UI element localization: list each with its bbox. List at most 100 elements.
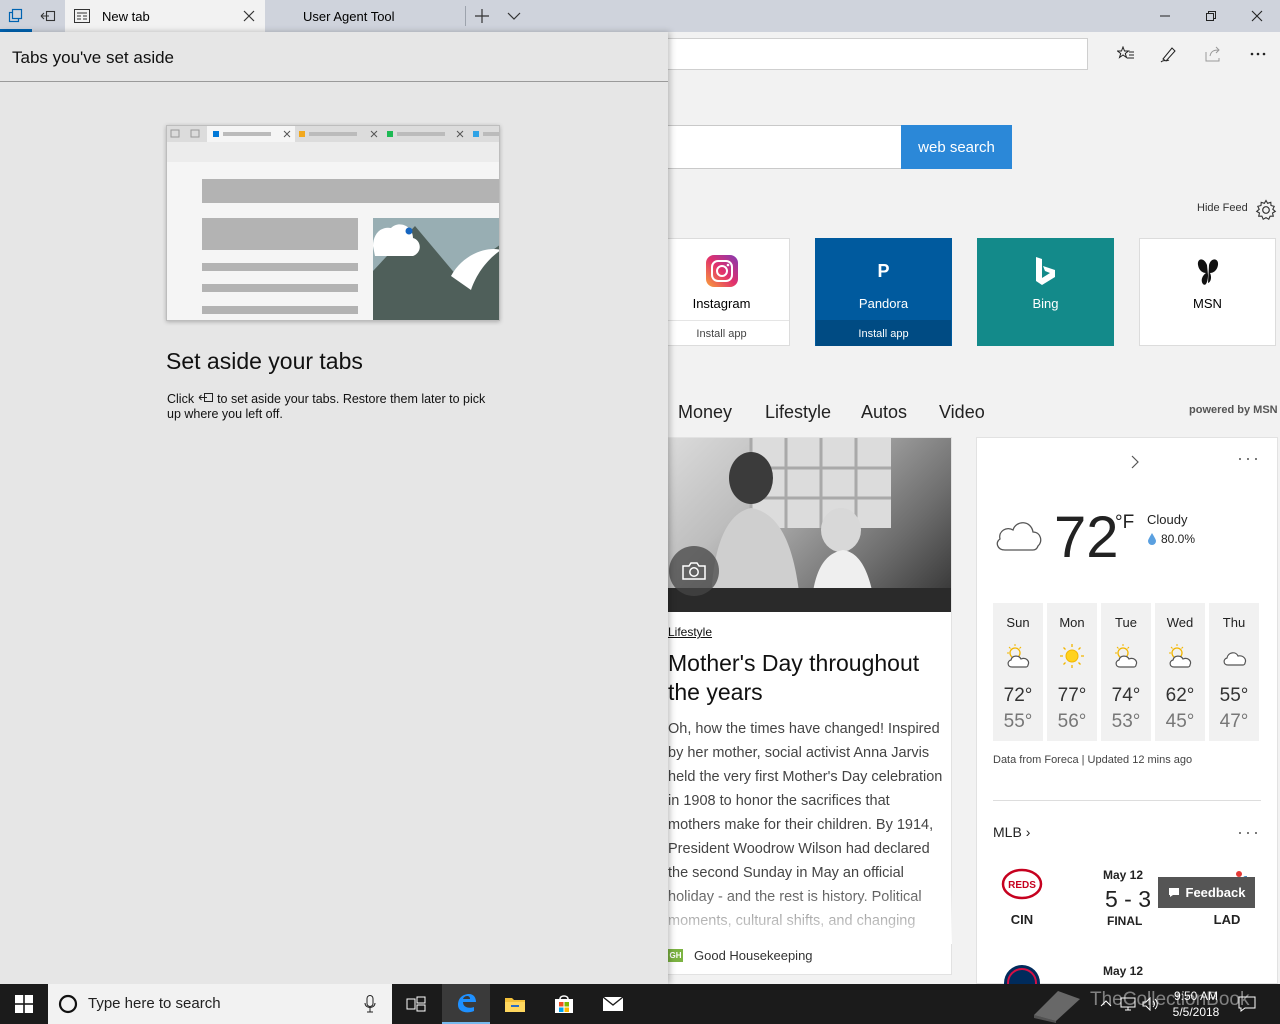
game-status: FINAL	[1107, 914, 1143, 928]
forecast-low: 47°	[1219, 711, 1249, 732]
set-aside-description: Click to set aside your tabs. Restore th…	[167, 392, 497, 422]
install-app-link[interactable]: Install app	[816, 320, 951, 346]
tab-preview-chevron-icon[interactable]	[498, 0, 530, 32]
forecast-day[interactable]: Tue 74° 53°	[1101, 603, 1151, 741]
tile-instagram[interactable]: Instagram Install app	[653, 238, 790, 346]
forecast-high: 74°	[1111, 685, 1141, 706]
forecast-day[interactable]: Mon 77° 56°	[1047, 603, 1097, 741]
action-center-icon[interactable]	[1238, 996, 1256, 1012]
category-autos[interactable]: Autos	[861, 402, 907, 423]
forecast-day-name: Thu	[1222, 615, 1246, 630]
partly-sunny-icon	[1007, 644, 1030, 668]
folder-icon	[505, 998, 525, 1012]
forecast-high: 55°	[1219, 685, 1249, 706]
tab-new-tab[interactable]: New tab	[65, 0, 265, 32]
tile-bing[interactable]: Bing	[977, 238, 1114, 346]
partly-sunny-icon	[1169, 644, 1192, 668]
home-team: CIN	[1010, 912, 1034, 927]
web-search-button[interactable]: web search	[901, 125, 1012, 169]
article-category[interactable]: Lifestyle	[668, 625, 712, 639]
favorites-icon[interactable]	[1110, 38, 1142, 70]
forecast-high: 77°	[1057, 685, 1087, 706]
mlb-link[interactable]: MLB ›	[993, 824, 1030, 840]
forecast-day[interactable]: Wed 62° 45°	[1155, 603, 1205, 741]
set-aside-illustration	[166, 125, 500, 321]
game-date: May 12	[1103, 964, 1144, 978]
category-lifestyle[interactable]: Lifestyle	[765, 402, 831, 423]
tab-user-agent-tool[interactable]: User Agent Tool	[265, 0, 465, 32]
forecast-day[interactable]: Thu 55° 47°	[1209, 603, 1259, 741]
forecast-day[interactable]: Sun 72° 55°	[993, 603, 1043, 741]
hide-feed-link[interactable]: Hide Feed	[1197, 202, 1248, 214]
taskbar-mail[interactable]	[589, 984, 637, 1024]
close-tab-icon[interactable]	[241, 8, 257, 24]
forecast-high: 62°	[1165, 685, 1195, 706]
chevron-right-icon: ›	[1025, 824, 1031, 840]
article-title[interactable]: Mother's Day throughout the years	[668, 649, 948, 707]
set-aside-tabs-icon	[198, 393, 213, 402]
pandora-logo: P	[877, 260, 890, 281]
clock-time: 9:50 AM	[1173, 989, 1219, 1003]
pen-icon[interactable]	[1153, 38, 1185, 70]
taskbar-file-explorer[interactable]	[491, 984, 539, 1024]
clock[interactable]: 9:50 AM 5/5/2018	[1168, 988, 1224, 1020]
humidity-value: 80.0%	[1161, 532, 1196, 546]
set-aside-tabs-icon[interactable]	[32, 0, 64, 32]
forecast-day-name: Wed	[1166, 615, 1194, 630]
camera-icon[interactable]	[669, 546, 719, 596]
current-temperature: 72	[1054, 505, 1119, 570]
taskbar-search-box[interactable]: Type here to search	[48, 984, 392, 1024]
panel-header: Tabs you've set aside	[0, 32, 668, 82]
book-watermark-icon	[1034, 991, 1080, 1023]
feedback-icon	[1168, 888, 1179, 897]
start-button[interactable]	[0, 984, 48, 1024]
desc-text-after: to set aside your tabs. Restore them lat…	[167, 392, 486, 421]
forecast-low: 56°	[1057, 711, 1087, 732]
tabs-set-aside-panel: Tabs you've set aside Set aside your tab…	[0, 32, 668, 984]
new-tab-icon[interactable]	[466, 0, 498, 32]
feedback-button[interactable]: Feedback	[1158, 877, 1255, 908]
mail-icon	[602, 996, 624, 1011]
divider	[993, 800, 1261, 801]
share-icon[interactable]	[1197, 38, 1229, 70]
reds-logo[interactable]: REDS	[1001, 868, 1043, 900]
forecast-day-name: Mon	[1059, 615, 1085, 630]
tile-name: MSN	[1193, 296, 1222, 311]
minimize-icon[interactable]	[1142, 0, 1188, 32]
source-badge: GH	[668, 949, 683, 962]
gear-icon[interactable]	[1255, 199, 1277, 221]
feedback-label: Feedback	[1185, 885, 1246, 900]
tile-name: Bing	[1032, 296, 1059, 311]
forecast-low: 45°	[1165, 711, 1195, 732]
tile-msn[interactable]: MSN	[1139, 238, 1276, 346]
task-view-button[interactable]	[392, 984, 440, 1024]
more-icon[interactable]	[1242, 38, 1274, 70]
cloudy-icon	[1223, 652, 1247, 666]
tile-pandora[interactable]: P Pandora Install app	[815, 238, 952, 346]
store-icon	[555, 995, 573, 1013]
category-video[interactable]: Video	[939, 402, 985, 423]
temperature-unit[interactable]: °F	[1115, 512, 1134, 534]
partly-sunny-icon	[1115, 644, 1138, 668]
windows-logo-icon	[15, 995, 33, 1013]
address-bar[interactable]	[600, 38, 1088, 70]
category-money[interactable]: Money	[678, 402, 732, 423]
desc-text-before: Click	[167, 392, 195, 406]
microphone-icon[interactable]	[364, 995, 376, 1013]
restore-icon[interactable]	[1188, 0, 1234, 32]
more-options-icon[interactable]: ···	[1237, 448, 1261, 469]
twins-logo[interactable]	[1003, 964, 1041, 984]
taskbar-store[interactable]	[540, 984, 588, 1024]
taskbar-edge[interactable]	[442, 984, 490, 1024]
article-source[interactable]: Good Housekeeping	[694, 948, 813, 963]
chevron-right-icon[interactable]	[1130, 455, 1140, 469]
forecast-high: 72°	[1003, 685, 1033, 706]
install-app-link[interactable]: Install app	[654, 320, 789, 346]
task-view-icon	[406, 996, 426, 1012]
forecast-day-name: Tue	[1115, 615, 1137, 630]
more-options-icon[interactable]: ···	[1237, 822, 1261, 843]
close-window-icon[interactable]	[1234, 0, 1280, 32]
game-date: May 12	[1103, 868, 1144, 882]
weather-condition: Cloudy	[1147, 512, 1188, 527]
tabs-set-aside-icon[interactable]	[0, 0, 32, 32]
